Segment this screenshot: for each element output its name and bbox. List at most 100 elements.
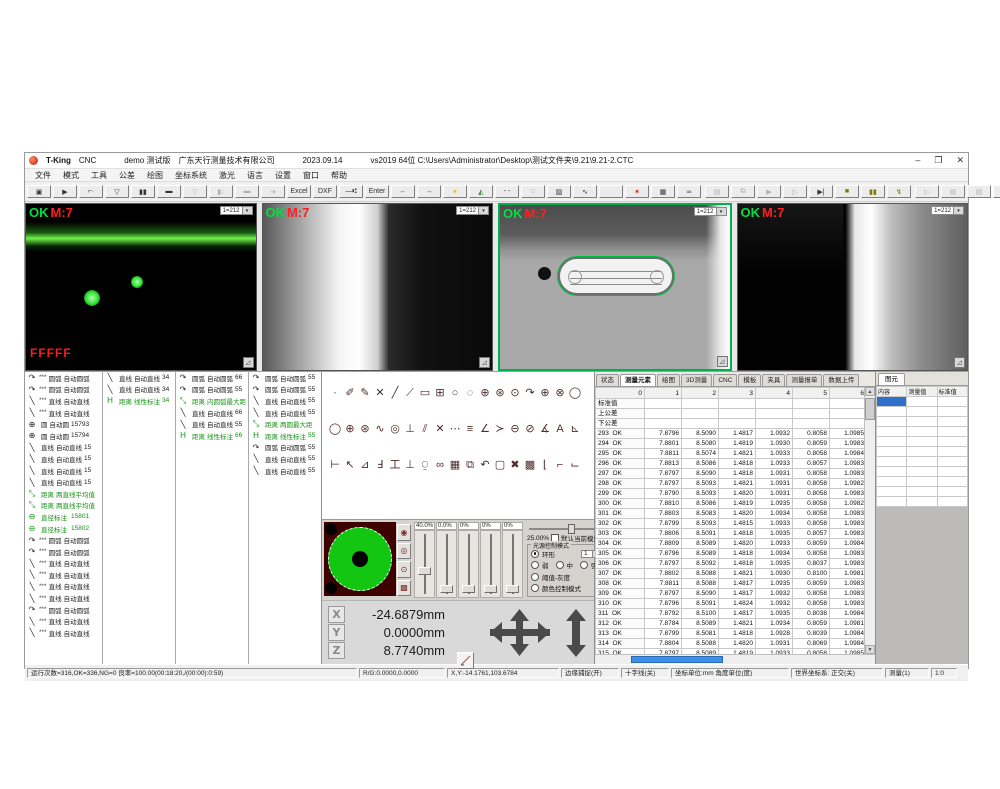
toolbar-button[interactable]: ✶ — [443, 185, 467, 198]
grid-col-header[interactable]: 6 — [830, 388, 867, 399]
toolbar-button[interactable]: ▣ — [27, 185, 51, 198]
toolbar-button[interactable]: ▽ — [183, 185, 207, 198]
element-row[interactable] — [877, 467, 968, 477]
feature-list-item[interactable]: ⤡距离两直线平均值 — [25, 500, 102, 512]
minimize-button[interactable]: – — [915, 155, 920, 166]
palette-tool-icon[interactable]: ⊢ — [328, 458, 342, 472]
feature-list-item[interactable]: ╲直线自动直线34 — [103, 384, 175, 396]
camera-view-1[interactable]: OKM:7 1=212▾ FFFFF ◿ — [25, 203, 257, 371]
measurement-row[interactable]: 298 OK7.87978.50931.48211.09310.80581.09… — [596, 479, 867, 489]
scrollbar-thumb[interactable] — [631, 656, 723, 663]
feature-list-item[interactable]: ╲直线自动直线15 — [25, 476, 102, 488]
brightness-slider[interactable] — [529, 524, 601, 532]
palette-tool-icon[interactable]: ↖ — [343, 458, 357, 472]
palette-tool-icon[interactable]: ◯ — [568, 386, 582, 400]
palette-tool-icon[interactable]: ╱ — [388, 386, 402, 400]
feature-list-item[interactable]: ╲直线自动直线15 — [25, 465, 102, 477]
camera-zoom-select[interactable]: 1=212▾ — [931, 206, 964, 215]
grid-label-row[interactable]: 上公差 — [596, 409, 867, 419]
palette-tool-icon[interactable]: ⫽ — [418, 422, 432, 436]
palette-tool-icon[interactable]: ◎ — [388, 422, 402, 436]
palette-tool-icon[interactable]: ∿ — [373, 422, 387, 436]
results-tab[interactable]: 测量报单 — [786, 374, 822, 386]
feature-list-item[interactable]: H距离线性标注34 — [103, 395, 175, 407]
results-tab[interactable]: 数据上传 — [823, 374, 859, 386]
radio-color-mode[interactable] — [531, 584, 539, 592]
measurement-row[interactable]: 306 OK7.87978.50921.48181.09350.80371.09… — [596, 559, 867, 569]
menu-item[interactable]: 设置 — [269, 170, 297, 181]
palette-tool-icon[interactable]: ⊘ — [523, 422, 537, 436]
results-hscrollbar[interactable] — [595, 654, 875, 664]
toolbar-button[interactable]: Enter — [365, 185, 389, 198]
palette-tool-icon[interactable]: ▢ — [493, 458, 507, 472]
palette-tool-icon[interactable]: ∠ — [478, 422, 492, 436]
menu-item[interactable]: 模式 — [57, 170, 85, 181]
feature-list-item[interactable]: ╲***直线自动直线 — [25, 615, 102, 627]
chevron-down-icon[interactable]: ▾ — [717, 207, 727, 216]
feature-list-item[interactable]: ↷圆弧自动圆弧55 — [249, 384, 320, 396]
palette-tool-icon[interactable]: ⊿ — [358, 458, 372, 472]
results-tab[interactable]: 3D测量 — [681, 374, 712, 386]
radio-threshold[interactable] — [531, 573, 539, 581]
feature-list-item[interactable]: ↷圆弧自动圆弧55 — [249, 442, 320, 454]
feature-list-item[interactable]: ╲直线自动直线15 — [25, 442, 102, 454]
axis-icon[interactable]: X — [328, 606, 345, 623]
toolbar-button[interactable]: ▽ — [105, 185, 129, 198]
feature-list-item[interactable]: ⊕圆自动圆15793 — [25, 418, 102, 430]
toolbar-button[interactable]: ▨ — [547, 185, 571, 198]
menu-item[interactable]: 语言 — [241, 170, 269, 181]
measurement-row[interactable]: 308 OK7.88118.50881.48171.09350.80591.09… — [596, 579, 867, 589]
toolbar-button[interactable]: ▷ — [783, 185, 807, 198]
feature-list-item[interactable]: ↷圆弧自动圆弧55 — [176, 384, 248, 396]
element-row[interactable] — [877, 447, 968, 457]
grid-col-header[interactable]: 4 — [756, 388, 793, 399]
toolbar-button[interactable]: ▶ — [757, 185, 781, 198]
toolbar-button[interactable]: ▶| — [809, 185, 833, 198]
light-slider[interactable]: 0.0% — [436, 522, 457, 598]
element-row[interactable] — [877, 487, 968, 497]
palette-tool-icon[interactable]: ⊛ — [358, 422, 372, 436]
toolbar-button[interactable]: ◌ — [521, 185, 545, 198]
palette-tool-icon[interactable]: ∞ — [433, 458, 447, 472]
palette-tool-icon[interactable]: Ⅎ — [373, 458, 387, 472]
palette-tool-icon[interactable]: ⊗ — [553, 386, 567, 400]
grid-col-header[interactable]: 2 — [682, 388, 719, 399]
element-row[interactable] — [877, 417, 968, 427]
resize-icon[interactable]: ◿ — [243, 357, 254, 368]
feature-list-item[interactable]: ⊖直径标注15801 — [25, 511, 102, 523]
feature-list-item[interactable]: ⊖直径标注15802 — [25, 523, 102, 535]
radio-强[interactable] — [580, 561, 588, 569]
radio-弱[interactable] — [531, 561, 539, 569]
toolbar-button[interactable]: DXF — [313, 185, 337, 198]
measurement-row[interactable]: 300 OK7.88108.50861.48191.09350.80581.09… — [596, 499, 867, 509]
feature-list-item[interactable]: ⤡距离两圆最大距 — [249, 418, 320, 430]
feature-list-item[interactable]: ↷圆弧自动圆弧66 — [176, 372, 248, 384]
axis-icon[interactable]: Y — [328, 624, 345, 641]
feature-list-item[interactable]: ╲直线自动直线55 — [249, 453, 320, 465]
resize-icon[interactable]: ◿ — [717, 356, 728, 367]
palette-tool-icon[interactable]: ⊖ — [508, 422, 522, 436]
grid-col-header[interactable]: 5 — [793, 388, 830, 399]
palette-tool-icon[interactable]: ⊕ — [478, 386, 492, 400]
palette-tool-icon[interactable]: ⊞ — [433, 386, 447, 400]
measurement-row[interactable]: 302 OK7.87998.50931.48151.09330.80581.09… — [596, 519, 867, 529]
jog-pan-arrows[interactable] — [480, 607, 590, 664]
measurement-row[interactable]: 301 OK7.88038.50831.48201.09340.80581.09… — [596, 509, 867, 519]
palette-tool-icon[interactable]: ∡ — [538, 422, 552, 436]
results-tab[interactable]: 状态 — [596, 374, 619, 386]
slider-thumb[interactable] — [506, 585, 519, 593]
toolbar-button[interactable]: ▤ — [941, 185, 965, 198]
palette-tool-icon[interactable]: ⋯ — [448, 422, 462, 436]
light-select-button[interactable]: ⊙ — [397, 561, 411, 578]
close-button[interactable]: ✕ — [956, 155, 964, 166]
grid-col-header[interactable]: 0 — [596, 388, 645, 399]
measurement-row[interactable]: 295 OK7.88118.50741.48211.09330.80581.09… — [596, 449, 867, 459]
element-row[interactable] — [877, 497, 968, 507]
palette-tool-icon[interactable]: ✕ — [373, 386, 387, 400]
feature-list-item[interactable]: ↷***圆弧自动圆弧 — [25, 546, 102, 558]
chevron-down-icon[interactable]: ▾ — [954, 206, 964, 215]
feature-list-item[interactable]: ╲***直线自动直线 — [25, 627, 102, 639]
palette-tool-icon[interactable]: ✖ — [508, 458, 522, 472]
element-col-header[interactable]: 标准值 — [937, 387, 967, 397]
measurement-row[interactable]: 293 OK7.87968.50901.48171.09320.80581.09… — [596, 429, 867, 439]
